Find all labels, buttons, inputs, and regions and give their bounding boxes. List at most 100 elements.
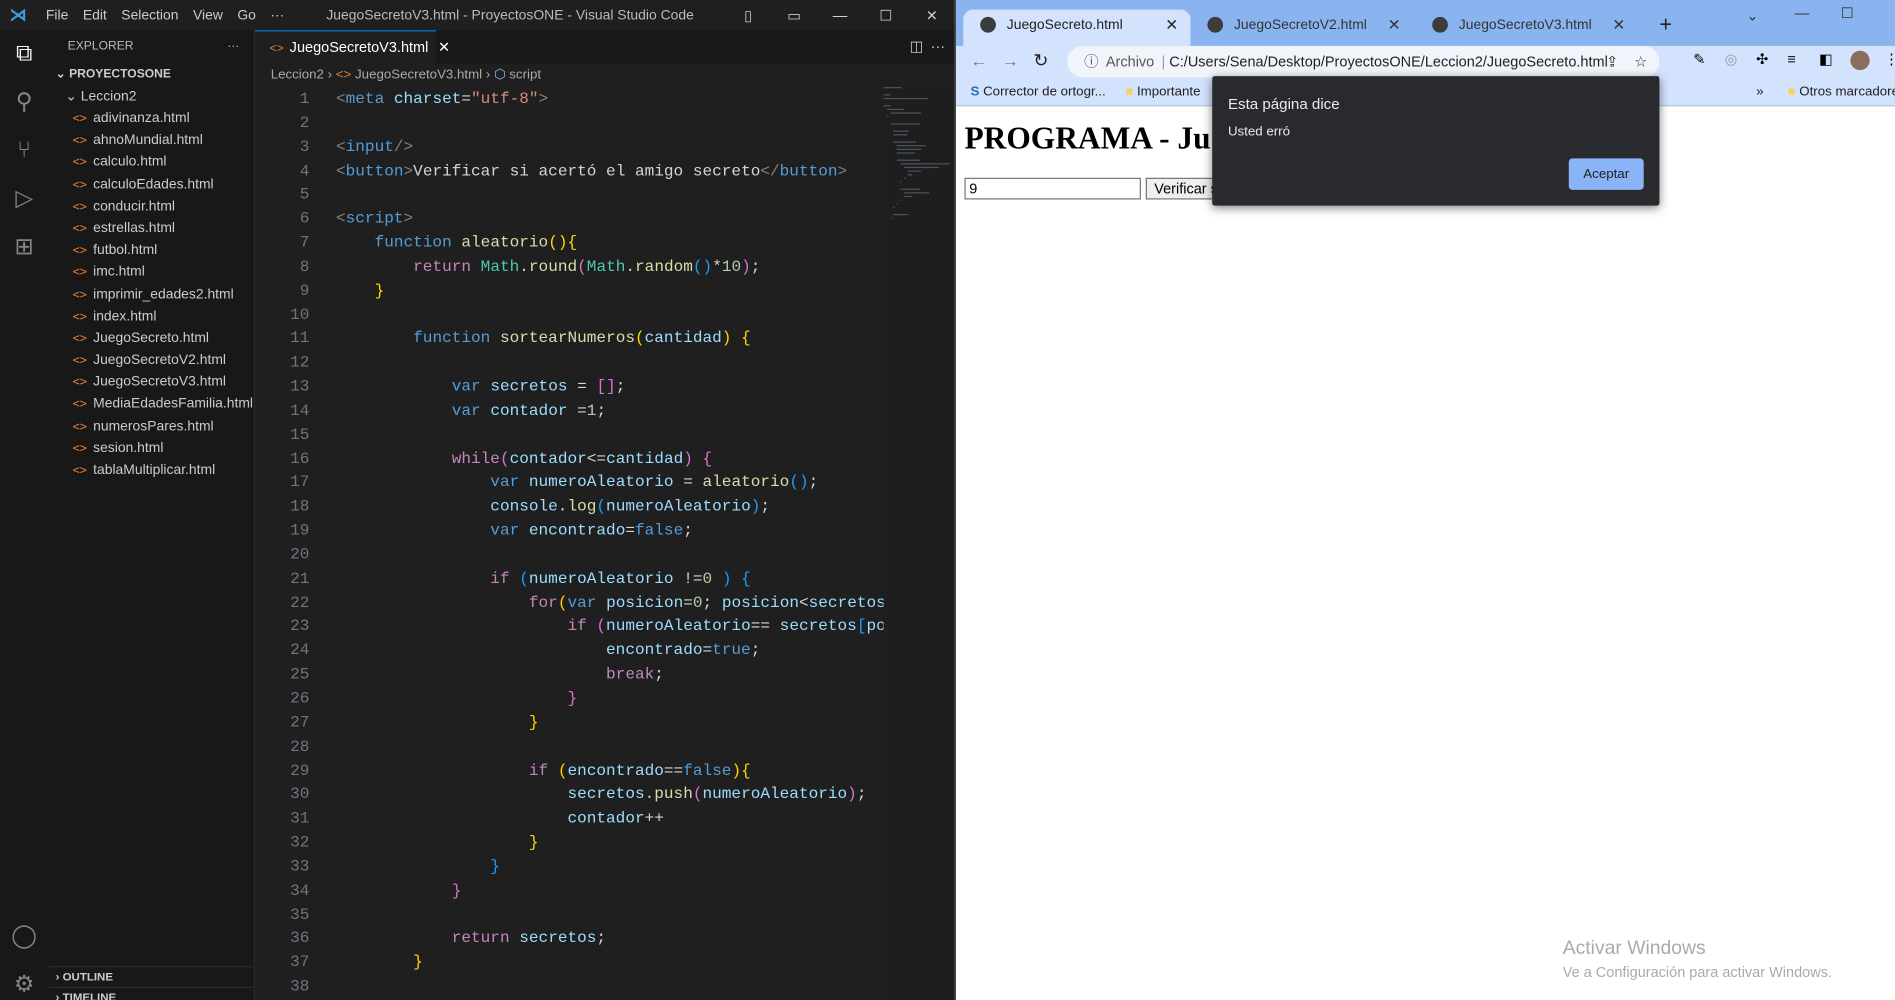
menu-item[interactable]: Go bbox=[230, 8, 263, 23]
file-item[interactable]: <> adivinanza.html bbox=[48, 108, 253, 130]
back-icon[interactable]: ← bbox=[971, 51, 988, 70]
code-token: if bbox=[528, 761, 549, 780]
code-editor[interactable]: 1 <meta charset="utf-8"> 2 3 <input/> 4 <butto… bbox=[255, 87, 884, 1000]
share-icon[interactable]: ⇪ bbox=[1606, 46, 1618, 77]
extensions-icon[interactable]: ⊞ bbox=[10, 233, 39, 262]
source-control-icon[interactable]: ⑂ bbox=[10, 137, 39, 166]
settings-gear-icon[interactable]: ⚙ bbox=[10, 971, 39, 1000]
browser-tab-2[interactable]: JuegoSecretoV2.html ✕ bbox=[1190, 10, 1412, 46]
file-item[interactable]: <> imprimir_edades2.html bbox=[48, 284, 253, 306]
new-tab-button[interactable]: + bbox=[1659, 12, 1672, 37]
file-item[interactable]: <> estrellas.html bbox=[48, 218, 253, 240]
file-item[interactable]: <> JuegoSecretoV2.html bbox=[48, 350, 253, 372]
file-item[interactable]: <> JuegoSecretoV3.html bbox=[48, 372, 253, 394]
code-token: encontrado bbox=[528, 521, 626, 540]
browser-tab-1[interactable]: JuegoSecreto.html ✕ bbox=[963, 9, 1191, 46]
breadcrumb-file[interactable]: JuegoSecretoV3.html bbox=[355, 68, 482, 83]
folder-leccion2[interactable]: ⌄ Leccion2 bbox=[48, 86, 253, 108]
project-folder[interactable]: ⌄ PROYECTOSONE bbox=[48, 64, 253, 86]
file-item[interactable]: <> numerosPares.html bbox=[48, 416, 253, 438]
code-token: = bbox=[567, 401, 587, 420]
toggle-panel-icon[interactable]: ▭ bbox=[771, 7, 817, 24]
breadcrumb-symbol[interactable]: script bbox=[509, 68, 541, 83]
tab-juegosecretov3[interactable]: <> JuegoSecretoV3.html ✕ bbox=[255, 30, 450, 65]
minimize-button[interactable]: — bbox=[1795, 5, 1810, 22]
reading-list-icon[interactable]: ≡ bbox=[1788, 51, 1796, 68]
file-item[interactable]: <> MediaEdadesFamilia.html bbox=[48, 394, 254, 416]
more-actions-icon[interactable]: ··· bbox=[227, 30, 239, 64]
close-tab-icon[interactable]: ✕ bbox=[1612, 10, 1625, 41]
bookmark-corrector[interactable]: S Corrector de ortogr... bbox=[971, 77, 1106, 106]
file-name: conducir.html bbox=[93, 199, 176, 214]
explorer-icon[interactable]: ⧉ bbox=[10, 40, 39, 69]
toggle-sidebar-icon[interactable]: ▯ bbox=[725, 7, 771, 24]
bookmark-otros[interactable]: ■ Otros marcadores bbox=[1788, 77, 1895, 106]
code-token: ) bbox=[731, 761, 742, 780]
editor-tabs: <> JuegoSecretoV3.html ✕ ◫ ··· bbox=[255, 30, 955, 65]
code-token: ; bbox=[683, 521, 693, 540]
file-item[interactable]: <> index.html bbox=[48, 306, 253, 328]
tab-search-icon[interactable]: ⌄ bbox=[1746, 7, 1758, 24]
extension-icon[interactable]: ◎ bbox=[1725, 51, 1738, 68]
file-item[interactable]: <> imc.html bbox=[48, 262, 253, 284]
file-item[interactable]: <> tablaMultiplicar.html bbox=[48, 459, 253, 481]
eyedropper-icon[interactable]: ✎ bbox=[1693, 51, 1705, 68]
line-number: 36 bbox=[290, 929, 310, 948]
extensions-puzzle-icon[interactable]: ✣ bbox=[1756, 51, 1768, 68]
folder-icon: ■ bbox=[1787, 84, 1796, 100]
file-item[interactable]: <> sesion.html bbox=[48, 438, 253, 460]
bookmark-star-icon[interactable]: ☆ bbox=[1634, 46, 1647, 77]
maximize-button[interactable]: ☐ bbox=[1841, 5, 1854, 22]
close-button[interactable]: ✕ bbox=[909, 7, 955, 24]
close-tab-icon[interactable]: ✕ bbox=[438, 39, 450, 56]
breadcrumb-folder[interactable]: Leccion2 bbox=[271, 68, 324, 83]
address-bar[interactable]: ⓘ Archivo | C:/Users/Sena/Desktop/Proyecto… bbox=[1067, 45, 1660, 78]
file-item[interactable]: <> futbol.html bbox=[48, 240, 253, 262]
secret-number-input[interactable] bbox=[964, 177, 1141, 200]
browser-tab-3[interactable]: JuegoSecretoV3.html ✕ bbox=[1415, 10, 1637, 46]
reload-icon[interactable]: ↻ bbox=[1033, 50, 1048, 72]
side-panel-icon[interactable]: ◧ bbox=[1819, 51, 1833, 68]
more-bookmarks-icon[interactable]: » bbox=[1756, 77, 1763, 106]
minimize-button[interactable]: — bbox=[817, 7, 863, 24]
close-tab-icon[interactable]: ✕ bbox=[1388, 10, 1401, 41]
avatar[interactable] bbox=[1850, 50, 1870, 71]
line-number: 27 bbox=[290, 713, 310, 732]
maximize-button[interactable]: ☐ bbox=[863, 7, 909, 24]
activation-watermark: Activar Windows Ve a Configuración para … bbox=[1563, 938, 1832, 980]
file-item[interactable]: <> calculoEdades.html bbox=[48, 174, 253, 196]
close-tab-icon[interactable]: ✕ bbox=[1165, 10, 1178, 41]
split-editor-icon[interactable]: ◫ bbox=[910, 37, 924, 54]
file-item[interactable]: <> conducir.html bbox=[48, 196, 253, 218]
chrome-menu-icon[interactable]: ⋮ bbox=[1884, 51, 1895, 68]
menu-item[interactable]: Selection bbox=[114, 8, 186, 23]
outline-section[interactable]: › OUTLINE bbox=[48, 966, 256, 987]
minimap[interactable] bbox=[883, 87, 950, 232]
menu-item[interactable]: Edit bbox=[76, 8, 114, 23]
forward-icon[interactable]: → bbox=[1002, 51, 1019, 70]
html-file-icon: <> bbox=[72, 354, 88, 368]
timeline-section[interactable]: › TIMELINE bbox=[48, 986, 256, 1000]
bookmark-importante[interactable]: ■ Importante bbox=[1125, 77, 1200, 106]
file-item[interactable]: <> JuegoSecreto.html bbox=[48, 328, 253, 350]
menu-item[interactable]: View bbox=[186, 8, 230, 23]
watermark-subtitle: Ve a Configuración para activar Windows. bbox=[1562, 963, 1832, 981]
code-token: ) bbox=[721, 569, 732, 588]
search-icon[interactable]: ⚲ bbox=[10, 88, 39, 117]
accept-button[interactable]: Aceptar bbox=[1568, 158, 1644, 190]
code-token: var bbox=[490, 521, 520, 540]
account-icon[interactable]: ◯ bbox=[10, 923, 39, 952]
run-debug-icon[interactable]: ▷ bbox=[10, 185, 39, 214]
menu-item[interactable]: File bbox=[39, 8, 76, 23]
html-file-icon: <> bbox=[72, 288, 88, 302]
file-item[interactable]: <> calculo.html bbox=[48, 152, 253, 174]
file-item[interactable]: <> ahnoMundial.html bbox=[48, 130, 253, 152]
editor-more-icon[interactable]: ··· bbox=[931, 37, 946, 54]
line-number: 6 bbox=[299, 209, 310, 228]
code-token: < bbox=[335, 209, 346, 228]
file-name: JuegoSecretoV2.html bbox=[93, 353, 227, 368]
line-number: 16 bbox=[290, 449, 310, 468]
menu-item[interactable]: ··· bbox=[263, 8, 291, 23]
